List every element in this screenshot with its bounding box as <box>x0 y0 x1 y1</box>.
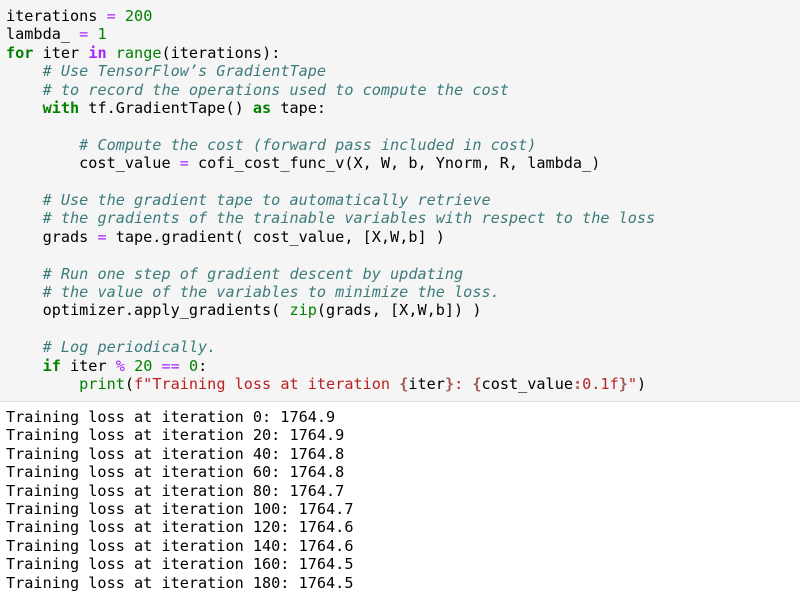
code-token: lambda_ <box>6 25 80 44</box>
code-line: for iter in range(iterations): <box>6 44 280 62</box>
output-line: Training loss at iteration 20: 1764.9 <box>6 426 345 445</box>
code-line: # the gradients of the trainable variabl… <box>6 209 656 228</box>
code-token: tape.gradient( cost_value, [X,W,b] ) <box>106 227 445 246</box>
code-line: grads = tape.gradient( cost_value, [X,W,… <box>6 228 445 246</box>
code-token: 1 <box>97 25 107 44</box>
code-token: { <box>399 375 409 393</box>
code-token: 200 <box>124 7 153 25</box>
output-line: Training loss at iteration 120: 1764.6 <box>6 518 354 537</box>
code-line: if iter % 20 == 0: <box>6 356 208 375</box>
code-token: tf.GradientTape() <box>79 99 253 117</box>
output-line: Training loss at iteration 40: 1764.8 <box>6 444 345 463</box>
code-line: optimizer.apply_gradients( zip(grads, [X… <box>6 301 482 320</box>
code-token: # Log periodically. <box>42 338 217 357</box>
code-line: # to record the operations used to compu… <box>6 81 518 99</box>
code-line: # Compute the cost (forward pass include… <box>6 136 536 154</box>
code-line: print(f"Training loss at iteration {iter… <box>6 375 646 393</box>
code-line: # Use TensorFlow’s GradientTape <box>6 62 326 80</box>
code-token: # the gradients of the trainable variabl… <box>42 209 656 228</box>
code-token: # Use the gradient tape to automatically… <box>42 191 491 209</box>
output-line: Training loss at iteration 80: 1764.7 <box>6 481 345 500</box>
code-token: } <box>618 375 628 393</box>
code-token: iterations <box>6 7 107 25</box>
code-token: } <box>444 375 455 393</box>
code-token: # the value of the variables to minimize… <box>42 283 500 301</box>
output-line: Training loss at iteration 0: 1764.9 <box>6 408 336 426</box>
code-line: # the value of the variables to minimize… <box>6 283 500 301</box>
code-token: grads <box>6 227 98 246</box>
output-line: Training loss at iteration 60: 1764.8 <box>6 463 345 482</box>
code-line: lambda_ = 1 <box>6 25 107 43</box>
code-token: 0.1f <box>582 375 619 393</box>
code-token: if <box>42 356 61 375</box>
code-line: with tf.GradientTape() as tape: <box>6 99 326 117</box>
code-token: zip <box>289 301 317 320</box>
code-token: ) <box>637 375 647 393</box>
code-token: cofi_cost_func_v(X, W, b, Ynorm, R, lamb… <box>188 154 601 173</box>
output-line: Training loss at iteration 180: 1764.5 <box>6 573 354 592</box>
code-token: tape: <box>271 99 327 117</box>
code-line: # Run one step of gradient descent by up… <box>6 264 464 283</box>
output-line: Training loss at iteration 140: 1764.6 <box>6 536 354 555</box>
code-token: ( <box>124 375 135 393</box>
code-token: cost_value <box>6 154 180 173</box>
code-token: # Use TensorFlow’s GradientTape <box>42 62 327 81</box>
code-token: : <box>198 356 208 375</box>
code-cell-output: Training loss at iteration 0: 1764.9 Trai… <box>0 402 800 613</box>
code-token: == <box>161 356 180 375</box>
code-token: for <box>6 43 34 62</box>
code-token: = <box>79 25 89 44</box>
code-token: # to record the operations used to compu… <box>42 80 519 99</box>
code-line: cost_value = cofi_cost_func_v(X, W, b, Y… <box>6 154 600 172</box>
code-token: 20 <box>134 356 153 375</box>
code-token: as <box>252 99 272 117</box>
code-line: # Use the gradient tape to automatically… <box>6 191 491 209</box>
code-token: 0 <box>188 356 199 375</box>
code-token: # Compute the cost (forward pass include… <box>79 135 537 154</box>
code-cell-input[interactable]: iterations = 200 lambda_ = 1 for iter in r… <box>0 0 800 402</box>
output-line: Training loss at iteration 100: 1764.7 <box>6 500 354 518</box>
output-line: Training loss at iteration 160: 1764.5 <box>6 555 354 574</box>
code-token: { <box>472 375 482 393</box>
code-token: = <box>97 227 107 246</box>
code-token: f"Training loss at iteration <box>134 375 400 393</box>
code-line: iterations = 200 <box>6 7 152 25</box>
code-token: : <box>454 375 473 393</box>
code-token: with <box>42 99 80 117</box>
code-token: print <box>79 375 125 393</box>
code-token: in <box>88 43 107 62</box>
code-token: (grads, [X,W,b]) ) <box>316 301 482 320</box>
code-token: optimizer.apply_gradients( <box>6 301 290 320</box>
code-token: iter <box>33 43 89 62</box>
code-token: = <box>179 154 189 173</box>
code-token: iter <box>60 356 116 375</box>
code-token: : <box>572 375 583 393</box>
code-token: (iterations): <box>161 43 281 62</box>
code-token: = <box>106 7 116 25</box>
code-token: " <box>627 375 638 393</box>
code-token: iter <box>408 375 445 393</box>
code-line: # Log periodically. <box>6 338 217 357</box>
code-token: range <box>115 43 162 62</box>
code-token: cost_value <box>481 375 573 393</box>
code-token: % <box>115 356 125 375</box>
code-token: # Run one step of gradient descent by up… <box>42 264 464 283</box>
